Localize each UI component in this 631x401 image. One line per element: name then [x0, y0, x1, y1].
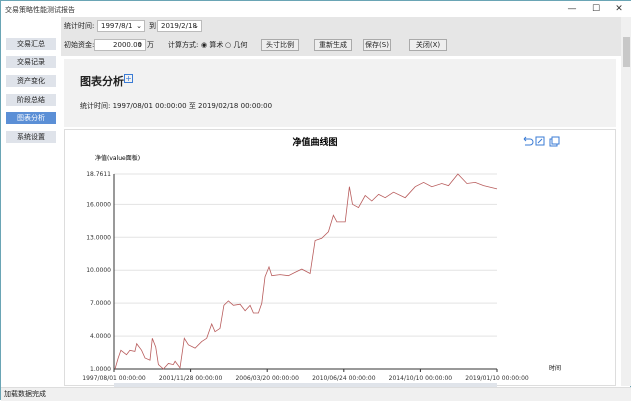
scrollbar-thumb[interactable]	[623, 37, 630, 67]
close-button[interactable]: 关闭(X)	[409, 39, 447, 51]
report-header: 图表分析 + 统计时间: 1997/08/01 00:00:00 至 2019/…	[64, 59, 616, 127]
zoom-icon[interactable]	[535, 136, 545, 146]
regenerate-button[interactable]: 重新生成	[314, 39, 352, 51]
radio-geometric-label: 几何	[233, 41, 248, 49]
chart-title: 净值曲线图	[292, 136, 337, 148]
y-tick-label: 1.0000	[90, 366, 111, 373]
y-tick-label: 7.0000	[90, 300, 111, 307]
net-value-chart: 净值曲线图 净值(value面板) 时间 1.0000 4.0000 7.0000 1…	[82, 136, 561, 387]
x-tick-label: 1997/08/01 00:00:00	[82, 375, 146, 382]
sidebar-item-trade-summary[interactable]: 交易汇总	[6, 38, 56, 50]
x-axis-label: 时间	[549, 364, 561, 372]
x-tick-label: 2010/06/24 00:00:00	[312, 375, 376, 382]
expand-icon[interactable]: +	[124, 74, 133, 83]
minimize-button[interactable]: —	[561, 2, 583, 16]
title-bar: 交易策略性能测试报告 — ☐ ✕	[1, 1, 631, 17]
calc-method-label: 计算方式:	[168, 41, 199, 49]
x-tick-label: 2006/03/20 00:00:00	[235, 375, 299, 382]
chart-panel: 净值曲线图 净值(value面板) 时间 1.0000 4.0000 7.0000 1…	[64, 129, 616, 387]
y-tick-label: 4.0000	[90, 333, 111, 340]
y-tick-label: 13.0000	[86, 234, 111, 241]
end-date-select[interactable]: 2019/2/18 ⌄	[157, 20, 202, 32]
sidebar-item-stage-summary[interactable]: 阶段总结	[6, 94, 56, 106]
sidebar-item-trade-records[interactable]: 交易记录	[6, 56, 56, 68]
y-tick-label: 10.0000	[86, 267, 111, 274]
close-window-button[interactable]: ✕	[608, 2, 630, 16]
maximize-button[interactable]: ☐	[585, 2, 607, 16]
sidebar-item-asset-changes[interactable]: 资产变化	[6, 75, 56, 87]
period-text: 统计时间: 1997/08/01 00:00:00 至 2019/02/18 0…	[80, 102, 273, 110]
save-image-icon[interactable]	[549, 136, 560, 147]
series-line	[114, 173, 498, 370]
spinner-icon[interactable]: ⇕	[137, 40, 142, 51]
capital-unit: 万	[147, 41, 154, 49]
chevron-down-icon: ⌄	[193, 22, 199, 30]
radio-geometric[interactable]: ○ 几何	[225, 40, 247, 51]
end-date-value: 2019/2/18	[161, 22, 197, 30]
vertical-scrollbar[interactable]	[621, 17, 631, 386]
position-scale-button[interactable]: 头寸比例	[261, 39, 299, 51]
restore-icon[interactable]	[523, 136, 534, 146]
save-button[interactable]: 保存(S)	[363, 39, 391, 51]
toolbar: 统计时间: 1997/8/1 ⌄ 到 2019/2/18 ⌄ 初始资金: 2000.…	[61, 17, 631, 56]
period-label: 统计时间:	[64, 22, 95, 30]
capital-label: 初始资金:	[64, 41, 95, 49]
x-tick-label: 2019/01/10 00:00:00	[465, 375, 529, 382]
to-label: 到	[149, 22, 156, 30]
status-bar: 加载数据完成	[1, 387, 631, 401]
window-title: 交易策略性能测试报告	[5, 6, 75, 14]
start-date-value: 1997/8/1	[101, 22, 133, 30]
page-title: 图表分析	[80, 75, 124, 88]
y-axis-label: 净值(value面板)	[95, 154, 140, 162]
radio-arithmetic-label: 算术	[209, 41, 224, 49]
y-tick-label: 18.7611	[86, 171, 111, 178]
y-tick-label: 16.0000	[86, 201, 111, 208]
start-date-select[interactable]: 1997/8/1 ⌄	[97, 20, 145, 32]
chevron-down-icon: ⌄	[136, 22, 142, 30]
x-tick-label: 2001/11/28 00:00:00	[159, 375, 223, 382]
radio-arithmetic[interactable]: ◉ 算术	[201, 40, 223, 51]
sidebar-item-chart-analysis[interactable]: 图表分析	[6, 112, 56, 124]
sidebar-item-system-settings[interactable]: 系统设置	[6, 131, 56, 143]
x-tick-label: 2014/10/10 00:00:00	[389, 375, 453, 382]
